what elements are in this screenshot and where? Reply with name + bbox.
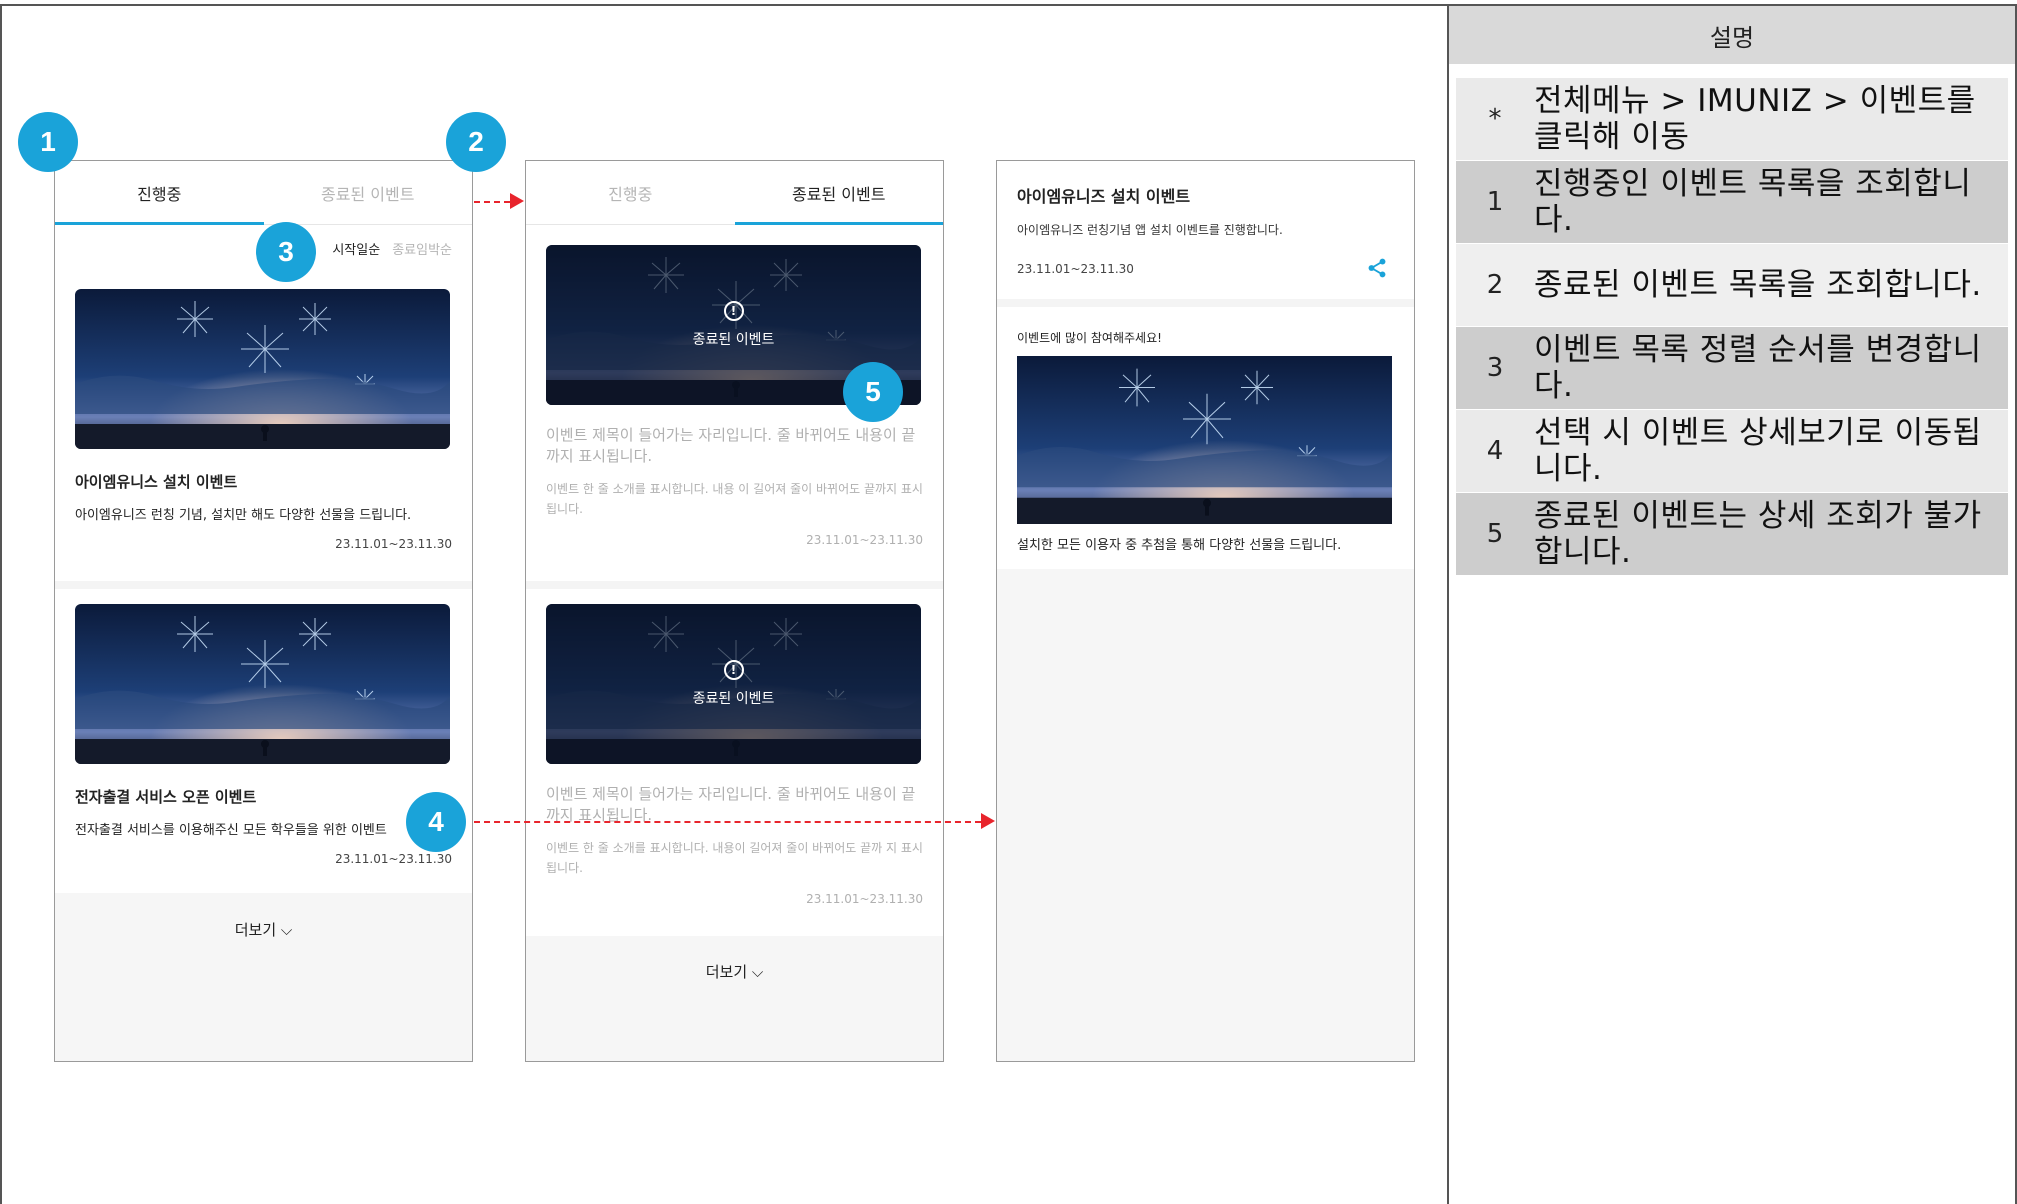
sort-options: 시작일순 종료임박순 bbox=[332, 239, 452, 258]
row-text: 선택 시 이벤트 상세보기로 이동됩니다. bbox=[1534, 415, 1982, 487]
row-text: 이벤트 목록 정렬 순서를 변경합니다. bbox=[1534, 332, 1982, 404]
event-detail-screen: 아이엠유니즈 설치 이벤트 아이엠유니즈 런칭기념 앱 설치 이벤트를 진행합니… bbox=[996, 160, 1415, 1062]
tab-ended[interactable]: 종료된 이벤트 bbox=[264, 161, 473, 224]
tab-indicator bbox=[734, 222, 943, 225]
description-list: * 전체메뉴 > IMUNIZ > 이벤트를 클릭해 이동 1 진행중인 이벤트… bbox=[1456, 78, 2008, 576]
callout-badge: 2 bbox=[446, 112, 506, 172]
event-tabs: 진행중 종료된 이벤트 bbox=[55, 161, 472, 225]
tab-ongoing[interactable]: 진행중 bbox=[55, 161, 264, 224]
ended-event-card: ! 종료된 이벤트 이벤트 제목이 들어가는 자리입니다. 줄 바뀌어도 내용이… bbox=[526, 604, 943, 906]
panel-divider bbox=[1447, 4, 1449, 1204]
arrowhead-icon bbox=[981, 813, 995, 829]
row-text: 종료된 이벤트는 상세 조회가 불가합니다. bbox=[1534, 498, 1982, 570]
storyboard-canvas: 진행중 종료된 이벤트 시작일순 종료임박순 아이엠유니스 설치 이벤트 아이엠… bbox=[0, 0, 2017, 1204]
description-header: 설명 bbox=[1449, 6, 2015, 64]
alert-icon: ! bbox=[723, 301, 744, 321]
event-date: 23.11.01~23.11.30 bbox=[806, 533, 923, 547]
more-label: 더보기 bbox=[705, 963, 748, 981]
row-number: 4 bbox=[1486, 436, 1504, 466]
detail-footer-text: 설치한 모든 이용자 중 추첨을 통해 다양한 선물을 드립니다. bbox=[1017, 538, 1342, 553]
event-date: 23.11.01~23.11.30 bbox=[335, 537, 452, 551]
callout-badge: 3 bbox=[256, 222, 316, 282]
sort-start-date[interactable]: 시작일순 bbox=[332, 239, 380, 258]
ended-overlay: ! 종료된 이벤트 bbox=[546, 604, 921, 764]
event-thumbnail bbox=[75, 604, 450, 764]
section-separator bbox=[997, 299, 1414, 307]
event-description: 전자출결 서비스를 이용해주신 모든 학우들을 위한 이벤트 bbox=[75, 823, 387, 838]
event-title: 이벤트 제목이 들어가는 자리입니다. 줄 바뀌어도 내용이 끝까지 표시됩니다… bbox=[546, 785, 916, 824]
event-list-ended-screen: 진행중 종료된 이벤트 ! 종료된 이벤트 이벤트 제목이 들어가는 자리입니다… bbox=[525, 160, 944, 1062]
event-thumbnail: ! 종료된 이벤트 bbox=[546, 604, 921, 764]
more-button[interactable]: 더보기 ⌵ bbox=[55, 919, 472, 940]
ended-label: 종료된 이벤트 bbox=[692, 332, 775, 348]
event-thumbnail bbox=[75, 289, 450, 449]
alert-icon: ! bbox=[723, 660, 744, 680]
event-date: 23.11.01~23.11.30 bbox=[806, 892, 923, 906]
empty-area bbox=[997, 569, 1414, 1061]
arrowhead-icon bbox=[510, 193, 524, 209]
event-detail-body: 이벤트에 많이 참여해주세요! 설치한 모든 이용자 중 추첨을 통해 다양한 … bbox=[997, 307, 1414, 567]
flow-arrow bbox=[474, 201, 510, 203]
callout-badge: 5 bbox=[843, 362, 903, 422]
detail-title: 아이엠유니즈 설치 이벤트 bbox=[1017, 187, 1191, 206]
share-icon[interactable] bbox=[1366, 257, 1388, 279]
ended-label: 종료된 이벤트 bbox=[692, 691, 775, 707]
chevron-down-icon: ⌵ bbox=[280, 921, 293, 939]
row-number: 5 bbox=[1486, 519, 1504, 549]
row-text: 전체메뉴 > IMUNIZ > 이벤트를 클릭해 이동 bbox=[1534, 83, 1976, 155]
tab-ended[interactable]: 종료된 이벤트 bbox=[735, 161, 944, 224]
event-title: 아이엠유니스 설치 이벤트 bbox=[75, 473, 238, 491]
detail-subtitle: 아이엠유니즈 런칭기념 앱 설치 이벤트를 진행합니다. bbox=[1017, 223, 1283, 237]
card-separator bbox=[526, 581, 943, 589]
detail-date: 23.11.01~23.11.30 bbox=[1017, 262, 1134, 276]
tab-ongoing[interactable]: 진행중 bbox=[526, 161, 735, 224]
description-row: 4 선택 시 이벤트 상세보기로 이동됩니다. bbox=[1456, 410, 2008, 493]
row-number: 1 bbox=[1486, 187, 1504, 217]
row-text: 종료된 이벤트 목록을 조회합니다. bbox=[1534, 267, 1982, 303]
event-description: 이벤트 한 줄 소개를 표시합니다. 내용이 길어져 줄이 바뀌어도 끝까 지 … bbox=[546, 841, 923, 875]
more-area bbox=[526, 936, 943, 1061]
sort-ending-soon[interactable]: 종료임박순 bbox=[392, 239, 452, 258]
row-number: * bbox=[1488, 104, 1502, 134]
description-row: 2 종료된 이벤트 목록을 조회합니다. bbox=[1456, 244, 2008, 327]
callout-badge: 1 bbox=[18, 112, 78, 172]
description-row: 5 종료된 이벤트는 상세 조회가 불가합니다. bbox=[1456, 493, 2008, 576]
tab-indicator bbox=[55, 222, 264, 225]
row-number: 2 bbox=[1486, 270, 1504, 300]
detail-lead-text: 이벤트에 많이 참여해주세요! bbox=[1017, 331, 1162, 345]
chevron-down-icon: ⌵ bbox=[751, 963, 764, 981]
event-title: 전자출결 서비스 오픈 이벤트 bbox=[75, 788, 257, 806]
event-tabs: 진행중 종료된 이벤트 bbox=[526, 161, 943, 225]
more-button[interactable]: 더보기 ⌵ bbox=[526, 961, 943, 982]
event-description: 아이엠유니즈 런칭 기념, 설치만 해도 다양한 선물을 드립니다. bbox=[75, 508, 412, 523]
description-row: 3 이벤트 목록 정렬 순서를 변경합니다. bbox=[1456, 327, 2008, 410]
event-list-ongoing-screen: 진행중 종료된 이벤트 시작일순 종료임박순 아이엠유니스 설치 이벤트 아이엠… bbox=[54, 160, 473, 1062]
callout-badge: 4 bbox=[406, 792, 466, 852]
event-date: 23.11.01~23.11.30 bbox=[335, 852, 452, 866]
more-label: 더보기 bbox=[234, 921, 277, 939]
card-separator bbox=[55, 581, 472, 589]
event-card[interactable]: 아이엠유니스 설치 이벤트 아이엠유니즈 런칭 기념, 설치만 해도 다양한 선… bbox=[55, 289, 472, 551]
description-row: * 전체메뉴 > IMUNIZ > 이벤트를 클릭해 이동 bbox=[1456, 78, 2008, 161]
row-number: 3 bbox=[1486, 353, 1504, 383]
event-title: 이벤트 제목이 들어가는 자리입니다. 줄 바뀌어도 내용이 끝까지 표시됩니다… bbox=[546, 426, 916, 465]
flow-arrow bbox=[474, 821, 981, 823]
detail-image bbox=[1017, 356, 1392, 524]
event-detail-header: 아이엠유니즈 설치 이벤트 아이엠유니즈 런칭기념 앱 설치 이벤트를 진행합니… bbox=[997, 161, 1414, 299]
description-row: 1 진행중인 이벤트 목록을 조회합니다. bbox=[1456, 161, 2008, 244]
row-text: 진행중인 이벤트 목록을 조회합니다. bbox=[1534, 166, 1972, 238]
event-description: 이벤트 한 줄 소개를 표시합니다. 내용 이 길어져 줄이 바뀌어도 끝까지 … bbox=[546, 482, 923, 516]
